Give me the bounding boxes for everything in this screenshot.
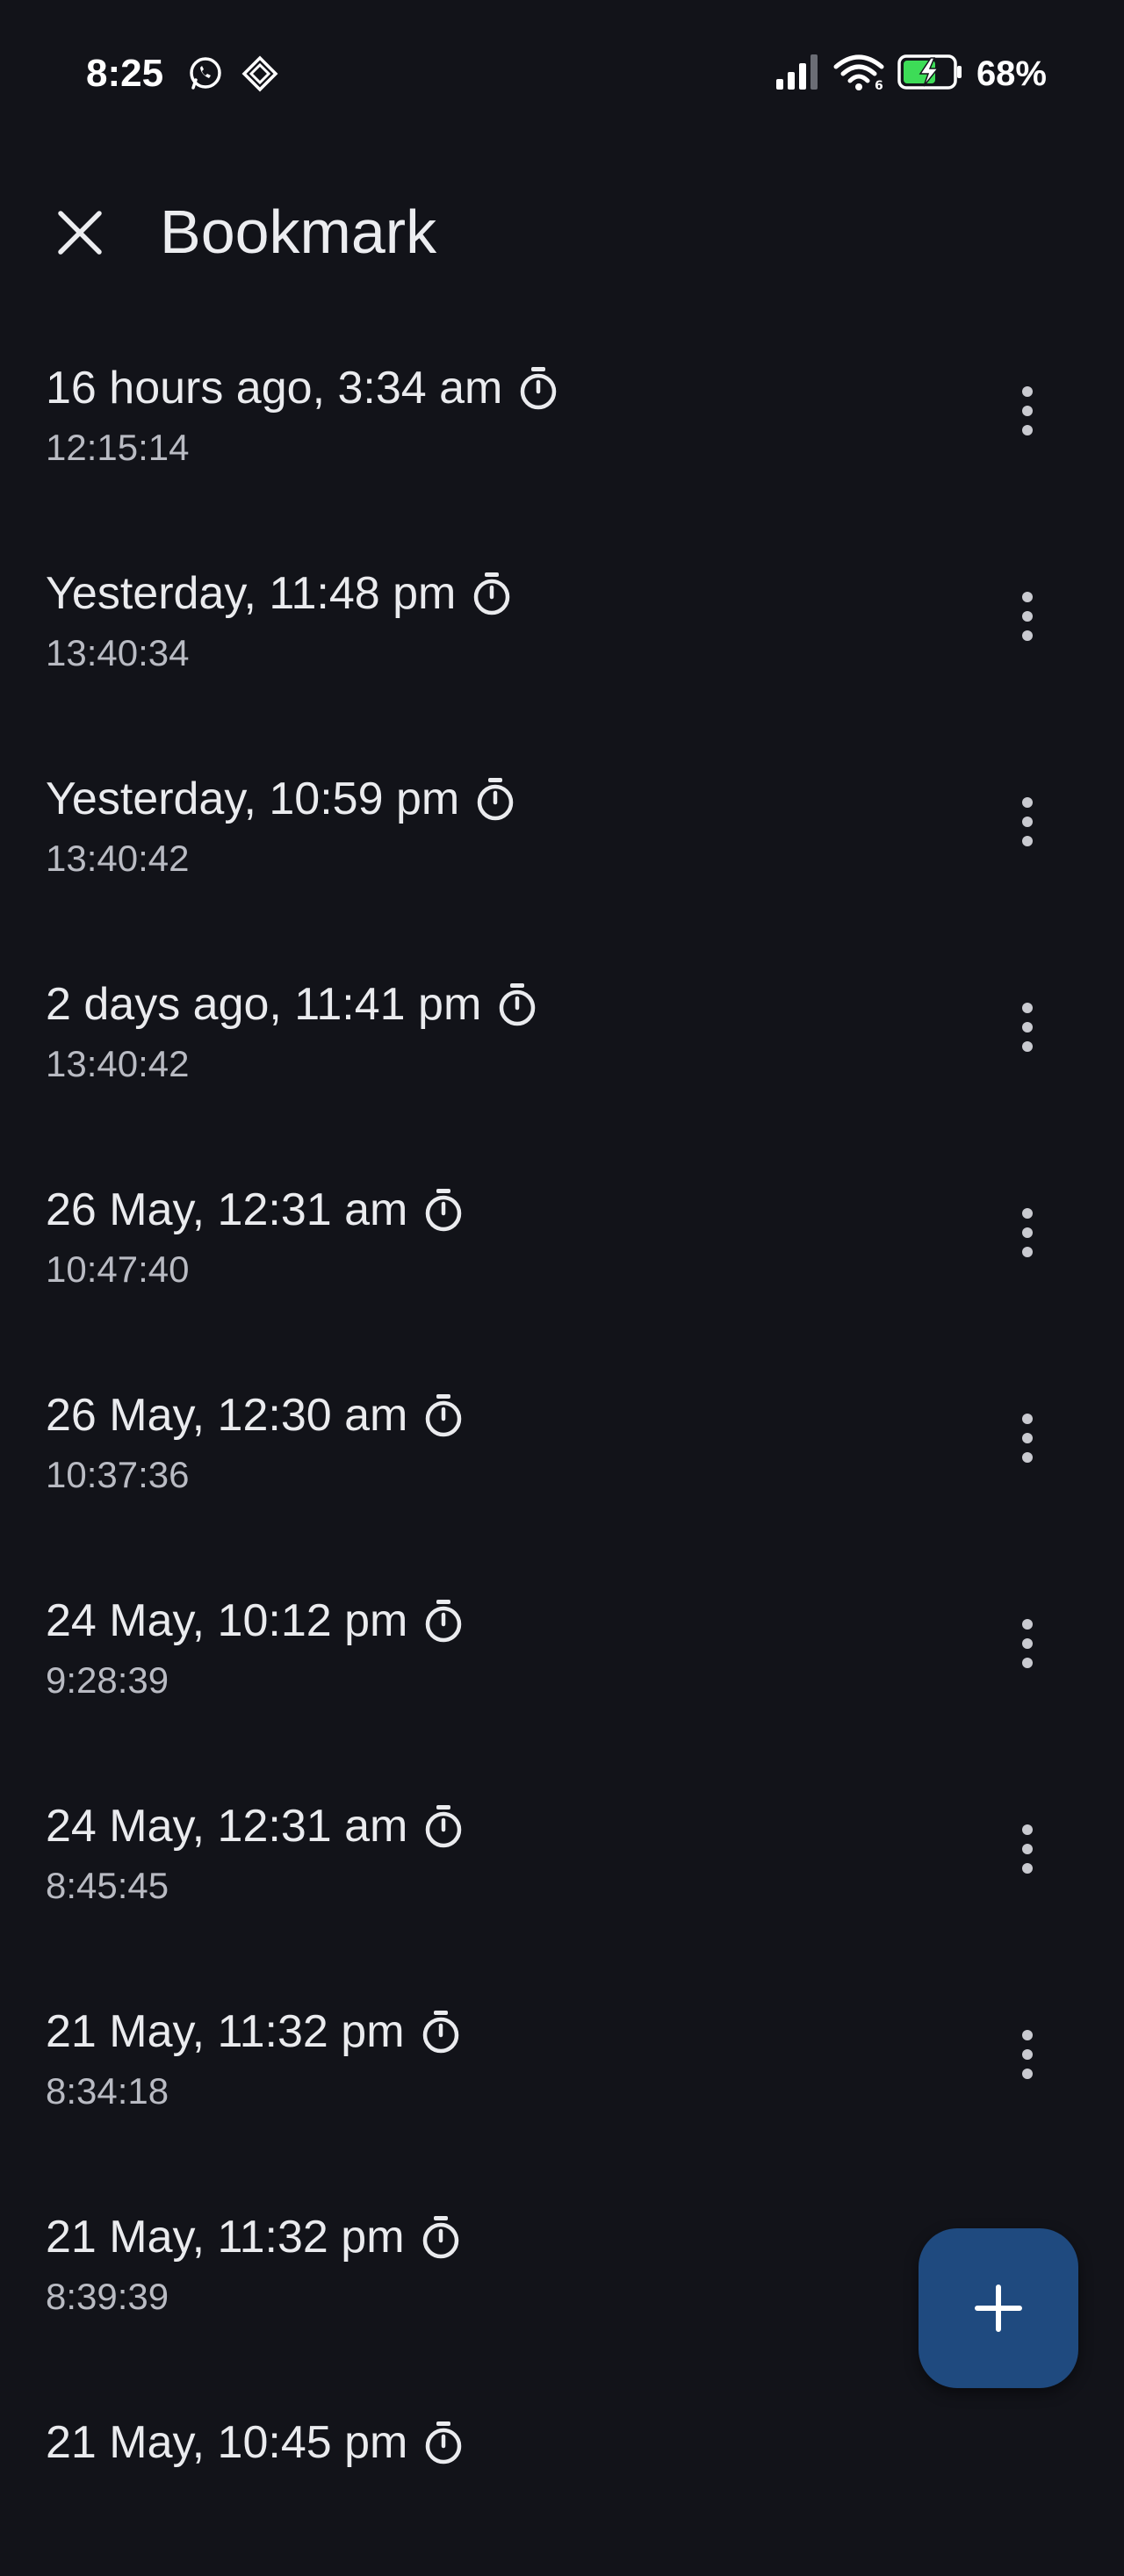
status-left-icons <box>186 54 279 97</box>
stopwatch-icon <box>426 2421 462 2464</box>
stopwatch-icon <box>426 1394 462 1437</box>
bookmark-duration: 10:47:40 <box>46 1248 190 1290</box>
stopwatch-icon <box>422 2216 458 2259</box>
bookmark-title: 26 May, 12:31 am <box>46 1184 408 1235</box>
stopwatch-icon <box>477 778 514 821</box>
bookmark-title: 24 May, 10:12 pm <box>46 1595 408 1646</box>
bookmark-row[interactable]: 24 May, 10:12 pm 9:28:39 <box>0 1549 1124 1754</box>
more-vertical-icon <box>1022 2030 1033 2079</box>
more-vertical-icon <box>1022 1414 1033 1463</box>
bookmark-title: 21 May, 11:32 pm <box>46 2006 405 2057</box>
more-vertical-icon <box>1022 386 1033 435</box>
more-vertical-icon <box>1022 1619 1033 1668</box>
page-title: Bookmark <box>160 198 437 266</box>
signal-icon <box>775 53 820 96</box>
bookmark-title: 21 May, 10:45 pm <box>46 2417 408 2468</box>
status-right: 6 68% <box>775 49 1047 98</box>
more-options-button[interactable] <box>1001 1600 1054 1687</box>
more-vertical-icon <box>1022 1824 1033 1874</box>
bookmark-title: Yesterday, 10:59 pm <box>46 774 460 824</box>
stopwatch-icon <box>426 1805 462 1848</box>
status-bar: 8:25 6 68% <box>0 0 1124 149</box>
bookmark-row[interactable]: 26 May, 12:30 am 10:37:36 <box>0 1343 1124 1549</box>
more-options-button[interactable] <box>1001 1394 1054 1482</box>
bookmark-title: Yesterday, 11:48 pm <box>46 568 457 619</box>
bookmark-duration: 12:15:14 <box>46 427 190 468</box>
close-icon <box>58 211 102 255</box>
stopwatch-icon <box>500 983 536 1026</box>
bookmark-duration: 13:40:34 <box>46 632 190 673</box>
more-options-button[interactable] <box>1001 778 1054 866</box>
bookmark-row[interactable]: 21 May, 11:32 pm 8:34:18 <box>0 1960 1124 2165</box>
more-options-button[interactable] <box>1001 983 1054 1071</box>
more-options-button[interactable] <box>1001 1189 1054 1277</box>
bookmark-row[interactable]: Yesterday, 11:48 pm 13:40:34 <box>0 522 1124 727</box>
wifi-icon: 6 <box>832 53 885 96</box>
bookmark-title: 21 May, 11:32 pm <box>46 2212 405 2263</box>
bookmark-title: 2 days ago, 11:41 pm <box>46 979 482 1030</box>
more-options-button[interactable] <box>1001 2011 1054 2098</box>
stopwatch-icon <box>521 367 557 410</box>
bookmark-row[interactable]: 2 days ago, 11:41 pm 13:40:42 <box>0 932 1124 1138</box>
plus-icon <box>975 2285 1022 2332</box>
add-bookmark-button[interactable] <box>919 2228 1078 2388</box>
close-button[interactable] <box>44 197 116 269</box>
bookmark-title: 24 May, 12:31 am <box>46 1801 408 1852</box>
bookmark-row[interactable]: 26 May, 12:31 am 10:47:40 <box>0 1138 1124 1343</box>
notification-diamond-icon <box>241 54 279 97</box>
bookmark-duration: 8:39:39 <box>46 2276 169 2317</box>
bookmark-row[interactable]: 16 hours ago, 3:34 am 12:15:14 <box>0 316 1124 522</box>
more-options-button[interactable] <box>1001 572 1054 660</box>
bookmark-duration: 10:37:36 <box>46 1454 190 1495</box>
bookmark-row[interactable]: Yesterday, 10:59 pm 13:40:42 <box>0 727 1124 932</box>
bookmark-title: 16 hours ago, 3:34 am <box>46 363 503 414</box>
bookmark-duration: 8:34:18 <box>46 2070 169 2112</box>
bookmark-duration: 9:28:39 <box>46 1659 169 1701</box>
more-vertical-icon <box>1022 592 1033 641</box>
bookmark-title: 26 May, 12:30 am <box>46 1390 408 1441</box>
svg-text:6: 6 <box>875 79 883 91</box>
stopwatch-icon <box>422 2011 458 2054</box>
bookmark-duration: 13:40:42 <box>46 1043 190 1084</box>
app-bar: Bookmark <box>0 167 1124 290</box>
more-options-button[interactable] <box>1001 1805 1054 1893</box>
bookmark-duration: 8:45:45 <box>46 1865 169 1906</box>
bookmark-row[interactable]: 21 May, 10:45 pm <box>0 2371 1124 2576</box>
stopwatch-icon <box>426 1600 462 1643</box>
stopwatch-icon <box>474 572 510 615</box>
battery-percentage: 68% <box>976 54 1047 93</box>
more-options-button[interactable] <box>1001 367 1054 455</box>
more-vertical-icon <box>1022 1003 1033 1052</box>
bookmark-duration: 13:40:42 <box>46 838 190 879</box>
more-vertical-icon <box>1022 1208 1033 1257</box>
battery-charging-icon <box>897 53 964 96</box>
whatsapp-icon <box>186 54 225 97</box>
status-time: 8:25 <box>86 52 164 95</box>
stopwatch-icon <box>426 1189 462 1232</box>
more-vertical-icon <box>1022 797 1033 846</box>
bookmark-row[interactable]: 24 May, 12:31 am 8:45:45 <box>0 1754 1124 1960</box>
